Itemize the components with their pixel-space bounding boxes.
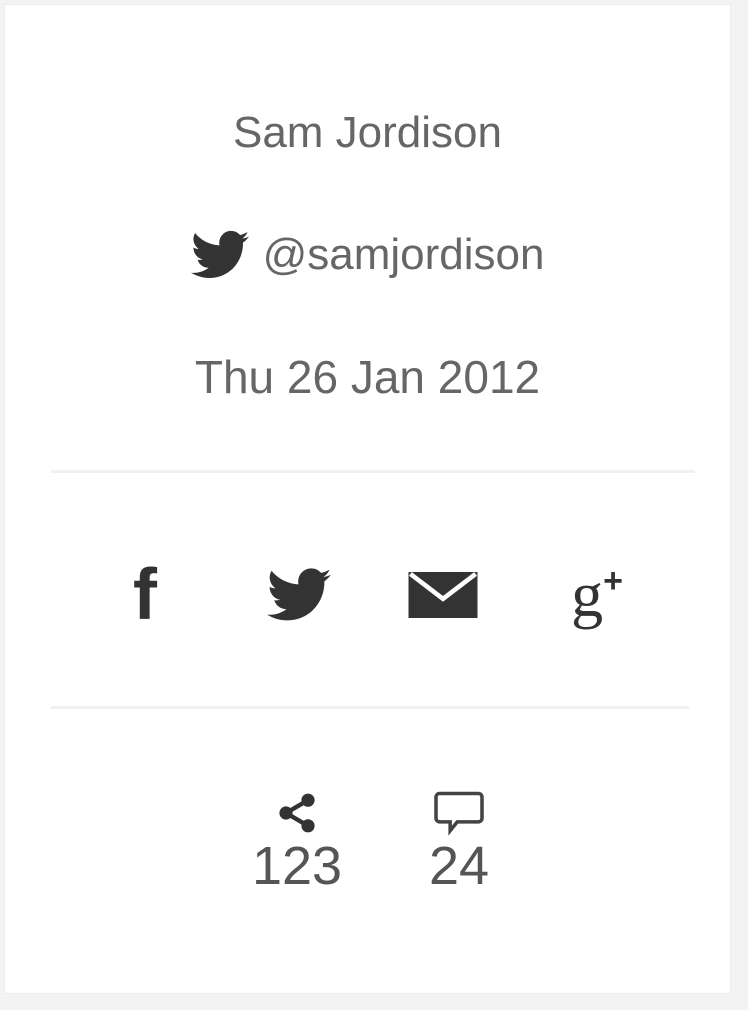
twitter-share-button[interactable] bbox=[267, 560, 331, 630]
shares-stat[interactable]: 123 bbox=[237, 790, 357, 896]
shares-count: 123 bbox=[251, 836, 343, 896]
publication-date: Thu 26 Jan 2012 bbox=[194, 351, 541, 403]
twitter-handle-text: @samjordison bbox=[262, 230, 545, 279]
facebook-icon: f bbox=[133, 555, 157, 635]
divider bbox=[51, 470, 695, 473]
divider bbox=[51, 706, 689, 709]
twitter-bird-icon bbox=[267, 568, 331, 621]
speech-bubble-icon bbox=[434, 791, 484, 836]
google-plus-icon: g+ bbox=[571, 559, 623, 630]
envelope-icon bbox=[408, 572, 478, 618]
author-info-card: Sam Jordison @samjordison Thu 26 Jan 201… bbox=[4, 4, 731, 994]
twitter-bird-icon bbox=[190, 230, 249, 280]
share-icon bbox=[279, 793, 315, 833]
facebook-share-button[interactable]: f bbox=[117, 555, 173, 635]
google-plus-share-button[interactable]: g+ bbox=[557, 559, 637, 630]
author-name[interactable]: Sam Jordison bbox=[5, 105, 730, 161]
share-buttons: f g+ bbox=[5, 555, 730, 635]
comments-stat[interactable]: 24 bbox=[409, 790, 509, 896]
email-share-button[interactable] bbox=[407, 560, 479, 630]
comments-count: 24 bbox=[428, 836, 490, 896]
author-twitter-link[interactable]: @samjordison bbox=[5, 225, 730, 285]
